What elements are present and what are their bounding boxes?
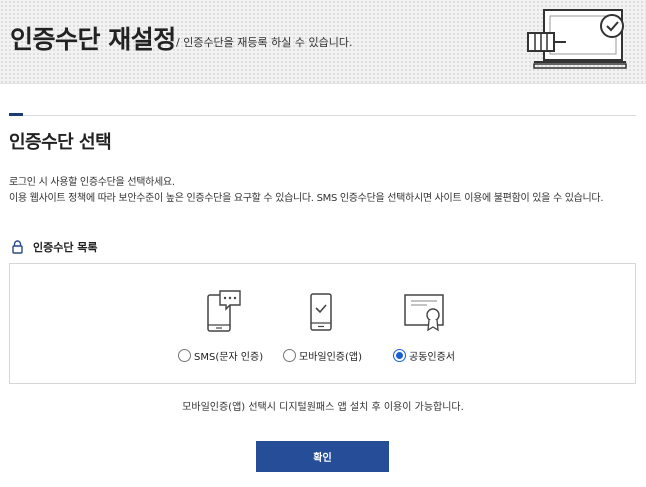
radio-label-certificate[interactable]: 공동인증서 <box>409 348 455 363</box>
radio-option-sms[interactable]: SMS(문자 인증) <box>178 348 263 363</box>
section-marker <box>9 113 23 116</box>
page-subtitle: / 인증수단을 재등록 하실 수 있습니다. <box>176 36 353 49</box>
radio-button-mobile-app[interactable] <box>283 349 296 362</box>
security-device-illustration-icon <box>527 9 627 69</box>
page-title: 인증수단 재설정 <box>10 25 176 54</box>
method-list-title: 인증수단 목록 <box>33 241 98 254</box>
section-description-2: 이용 웹사이트 정책에 따라 보안수준이 높은 인증수단을 요구할 수 있습니다… <box>9 193 604 204</box>
mobile-app-notice: 모바일인증(앱) 선택시 디지털원패스 앱 설치 후 이용이 가능합니다. <box>182 402 464 413</box>
section-divider <box>9 115 636 116</box>
method-list-box: SMS(문자 인증) 모바일인증(앱) 공동인증서 <box>9 263 636 384</box>
page-header: 인증수단 재설정 / 인증수단을 재등록 하실 수 있습니다. <box>0 0 646 84</box>
mobile-app-icon <box>310 293 332 331</box>
confirm-button[interactable]: 확인 <box>256 441 389 472</box>
section-description-1: 로그인 시 사용할 인증수단을 선택하세요. <box>9 177 175 188</box>
sms-phone-icon <box>207 290 241 332</box>
radio-button-certificate[interactable] <box>393 349 406 362</box>
certificate-icon <box>404 294 444 332</box>
method-list-header: 인증수단 목록 <box>12 239 98 255</box>
section-title: 인증수단 선택 <box>9 132 112 153</box>
radio-option-certificate[interactable]: 공동인증서 <box>393 348 455 363</box>
radio-label-sms[interactable]: SMS(문자 인증) <box>194 348 263 363</box>
radio-button-sms[interactable] <box>178 349 191 362</box>
lock-icon <box>12 240 23 254</box>
radio-option-mobile-app[interactable]: 모바일인증(앱) <box>283 348 362 363</box>
radio-label-mobile-app[interactable]: 모바일인증(앱) <box>299 348 362 363</box>
